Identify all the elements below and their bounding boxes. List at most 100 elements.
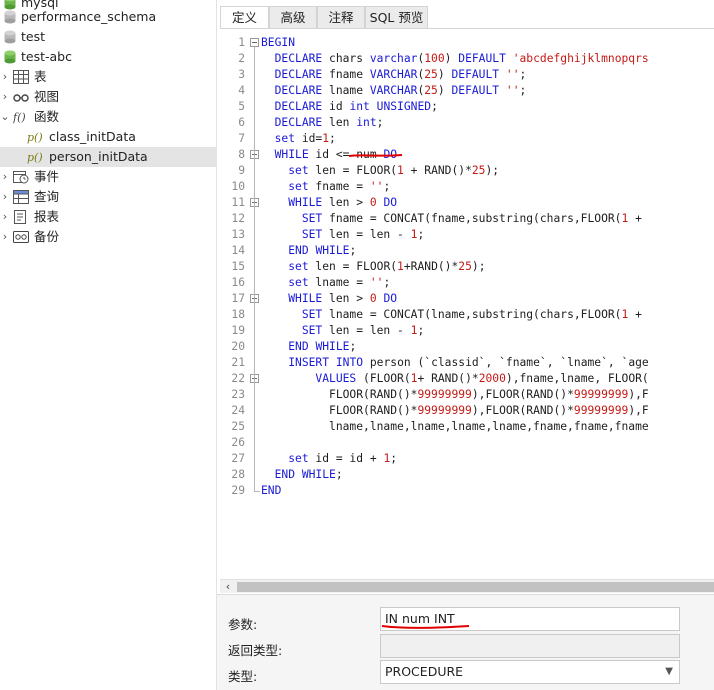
tree-item-label: 函数 — [34, 109, 60, 124]
object-tree: mysql performance_schema test test-abc ›… — [0, 0, 217, 690]
svg-text:p(): p() — [27, 131, 43, 144]
tab-comment[interactable]: 注释 — [317, 6, 365, 28]
type-select[interactable]: PROCEDURE ▼ — [380, 660, 680, 684]
code-text: END — [261, 484, 282, 497]
return-type-label: 返回类型: — [228, 643, 283, 658]
tree-item-label: class_initData — [49, 129, 136, 144]
code-line: 7 set id=1; — [220, 131, 714, 147]
tree-item-performance-schema[interactable]: performance_schema — [0, 7, 216, 27]
chevron-right-icon[interactable]: › — [0, 227, 10, 247]
tree-item-tables[interactable]: › 表 — [0, 67, 216, 87]
code-text: FLOOR(RAND()*99999999),FLOOR(RAND()*9999… — [261, 388, 649, 401]
tab-sql-preview[interactable]: SQL 预览 — [365, 6, 428, 28]
line-number: 1 — [238, 36, 245, 49]
type-label: 类型: — [228, 669, 258, 684]
code-line: 11 WHILE len > 0 DO — [220, 195, 714, 211]
line-number: 10 — [231, 180, 245, 193]
line-number: 23 — [231, 388, 245, 401]
fold-toggle-icon[interactable] — [250, 38, 259, 47]
red-underline-param — [381, 625, 470, 629]
line-number: 8 — [238, 148, 245, 161]
code-line: 3 DECLARE fname VARCHAR(25) DEFAULT ''; — [220, 67, 714, 83]
scrollbar-thumb[interactable] — [237, 582, 714, 592]
tree-item-test[interactable]: test — [0, 27, 216, 47]
procedure-icon: p() — [27, 130, 43, 144]
code-line: 4 DECLARE lname VARCHAR(25) DEFAULT ''; — [220, 83, 714, 99]
code-line: 23 FLOOR(RAND()*99999999),FLOOR(RAND()*9… — [220, 387, 714, 403]
code-line: 13 SET len = len - 1; — [220, 227, 714, 243]
code-line: 9 set len = FLOOR(1 + RAND()*25); — [220, 163, 714, 179]
line-number: 14 — [231, 244, 245, 257]
code-text: SET fname = CONCAT(fname,substring(chars… — [301, 212, 642, 225]
tree-item-person-initdata[interactable]: p() person_initData — [0, 147, 216, 167]
fold-guide — [254, 47, 255, 491]
tree-item-views[interactable]: › 视图 — [0, 87, 216, 107]
tree-item-label: 表 — [34, 69, 47, 84]
code-line: 24 FLOOR(RAND()*99999999),FLOOR(RAND()*9… — [220, 403, 714, 419]
code-text: set lname = ''; — [288, 276, 391, 289]
code-line: 6 DECLARE len int; — [220, 115, 714, 131]
tree-item-label: person_initData — [49, 149, 148, 164]
code-line: 27 set id = id + 1; — [220, 451, 714, 467]
view-glasses-icon — [13, 90, 29, 104]
tree-item-label: performance_schema — [21, 9, 157, 24]
line-number: 18 — [231, 308, 245, 321]
tree-item-reports[interactable]: › 报表 — [0, 207, 216, 227]
line-number: 21 — [231, 356, 245, 369]
database-icon — [4, 50, 16, 64]
code-line: 1 BEGIN — [220, 35, 714, 51]
code-line: 15 set len = FLOOR(1+RAND()*25); — [220, 259, 714, 275]
tree-item-label: 视图 — [34, 89, 60, 104]
tab-advanced[interactable]: 高级 — [269, 6, 317, 28]
tree-item-queries[interactable]: › 查询 — [0, 187, 216, 207]
code-editor[interactable]: 1 BEGIN 2 DECLARE chars varchar(100) DEFAU… — [220, 28, 714, 579]
horizontal-scrollbar[interactable]: ‹ — [220, 579, 714, 593]
code-text: lname,lname,lname,lname,lname,fname,fnam… — [261, 420, 649, 433]
chevron-right-icon[interactable]: › — [0, 67, 10, 87]
line-number: 9 — [238, 164, 245, 177]
chevron-right-icon[interactable]: › — [0, 167, 10, 187]
code-text: set id = id + 1; — [288, 452, 398, 465]
svg-text:p(): p() — [27, 151, 43, 164]
line-number: 20 — [231, 340, 245, 353]
line-number: 3 — [238, 68, 245, 81]
tree-item-events[interactable]: › 事件 — [0, 167, 216, 187]
tree-item-label: 事件 — [34, 169, 60, 184]
code-line: 21 INSERT INTO person (`classid`, `fname… — [220, 355, 714, 371]
chevron-right-icon[interactable]: › — [0, 87, 10, 107]
line-number: 25 — [231, 420, 245, 433]
line-number: 22 — [231, 372, 245, 385]
return-type-input[interactable] — [380, 634, 680, 658]
line-number: 15 — [231, 260, 245, 273]
tree-item-backups[interactable]: › 备份 — [0, 227, 216, 247]
code-text: DECLARE id int UNSIGNED; — [274, 100, 438, 113]
tree-item-test-abc[interactable]: test-abc — [0, 47, 216, 67]
code-line: 20 END WHILE; — [220, 339, 714, 355]
code-text: DECLARE chars varchar(100) DEFAULT 'abcd… — [274, 52, 649, 65]
code-text: SET len = len - 1; — [301, 228, 425, 241]
line-number: 28 — [231, 468, 245, 481]
scroll-left-icon[interactable]: ‹ — [220, 580, 236, 594]
code-line: 10 set fname = ''; — [220, 179, 714, 195]
tab-definition[interactable]: 定义 — [220, 6, 269, 29]
code-line: 26 — [220, 435, 714, 451]
code-text: WHILE len > 0 DO — [288, 292, 398, 305]
svg-text:f(): f() — [13, 111, 26, 124]
tree-item-functions[interactable]: ⌄ f() 函数 — [0, 107, 216, 127]
code-text: set len = FLOOR(1+RAND()*25); — [288, 260, 486, 273]
code-text: FLOOR(RAND()*99999999),FLOOR(RAND()*9999… — [261, 404, 649, 417]
code-text: SET lname = CONCAT(lname,substring(chars… — [301, 308, 642, 321]
line-number: 13 — [231, 228, 245, 241]
code-text: BEGIN — [261, 36, 296, 49]
code-line: 16 set lname = ''; — [220, 275, 714, 291]
chevron-right-icon[interactable]: › — [0, 187, 10, 207]
chevron-down-icon[interactable]: ⌄ — [0, 107, 10, 127]
chevron-right-icon[interactable]: › — [0, 207, 10, 227]
code-line: 14 END WHILE; — [220, 243, 714, 259]
code-line: 8 WHILE id <= num DO — [220, 147, 714, 163]
properties-panel: 参数: IN num INT 返回类型: 类型: PROCEDURE ▼ — [217, 594, 714, 690]
code-text: set len = FLOOR(1 + RAND()*25); — [288, 164, 500, 177]
tree-item-class-initdata[interactable]: p() class_initData — [0, 127, 216, 147]
line-number: 5 — [238, 100, 245, 113]
code-line: 17 WHILE len > 0 DO — [220, 291, 714, 307]
